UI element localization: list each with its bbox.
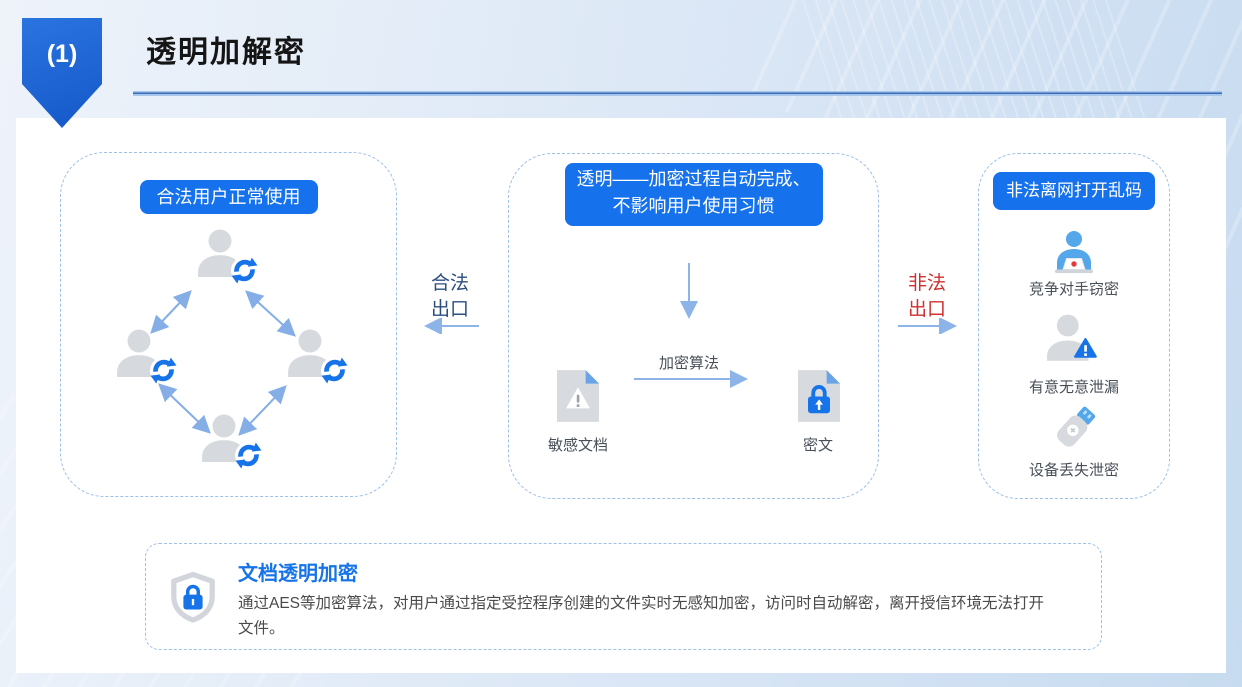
sync-icon bbox=[150, 357, 177, 384]
illegal-exit-line1: 非法 bbox=[895, 271, 959, 297]
slide-background: (1) 透明加解密 合法用户正常使用 bbox=[0, 0, 1242, 687]
user-icon bbox=[194, 229, 254, 281]
encrypt-arrow-label: 加密算法 bbox=[609, 352, 769, 373]
legal-exit-arrow bbox=[419, 318, 483, 334]
legal-exit-line1: 合法 bbox=[418, 271, 482, 297]
threat-label: 设备丢失泄密 bbox=[979, 459, 1169, 480]
section-badge-number: (1) bbox=[22, 40, 102, 69]
threat-label: 竞争对手窃密 bbox=[979, 278, 1169, 299]
user-icon bbox=[284, 329, 344, 381]
sensitive-document-icon bbox=[556, 369, 600, 423]
legal-exit-label: 合法 出口 bbox=[418, 271, 482, 323]
page-title: 透明加解密 bbox=[146, 27, 306, 71]
cipher-document-label: 密文 bbox=[768, 434, 868, 455]
section-badge: (1) bbox=[22, 18, 102, 128]
summary-description: 通过AES等加密算法，对用户通过指定受控程序创建的文件实时无感知加密，访问时自动… bbox=[238, 591, 1056, 641]
illegal-exit-label: 非法 出口 bbox=[895, 271, 959, 323]
threat-label: 有意无意泄漏 bbox=[979, 376, 1169, 397]
cipher-document-icon bbox=[797, 369, 841, 423]
sync-icon bbox=[321, 357, 348, 384]
sync-icon bbox=[231, 257, 258, 284]
user-icon bbox=[113, 329, 173, 381]
hacker-laptop-icon bbox=[1048, 230, 1100, 276]
transparent-encryption-box: 透明——加密过程自动完成、 不影响用户使用习惯 加密算法 敏感文档 bbox=[508, 153, 879, 499]
usb-drive-icon bbox=[1050, 402, 1100, 454]
user-icon bbox=[198, 414, 258, 466]
sensitive-document-label: 敏感文档 bbox=[519, 434, 637, 455]
illegal-exit-arrow bbox=[896, 318, 962, 334]
legal-users-box: 合法用户正常使用 bbox=[60, 152, 397, 497]
shield-lock-icon bbox=[169, 571, 217, 625]
illegal-open-header: 非法离网打开乱码 bbox=[993, 172, 1155, 210]
illegal-open-box: 非法离网打开乱码 竞争对手窃密 有意无意泄漏 bbox=[978, 153, 1170, 499]
sync-icon bbox=[235, 442, 262, 469]
summary-title: 文档透明加密 bbox=[238, 557, 358, 586]
title-underline bbox=[133, 91, 1222, 96]
summary-box: 文档透明加密 通过AES等加密算法，对用户通过指定受控程序创建的文件实时无感知加… bbox=[145, 543, 1102, 650]
person-warning-icon bbox=[1046, 314, 1100, 364]
